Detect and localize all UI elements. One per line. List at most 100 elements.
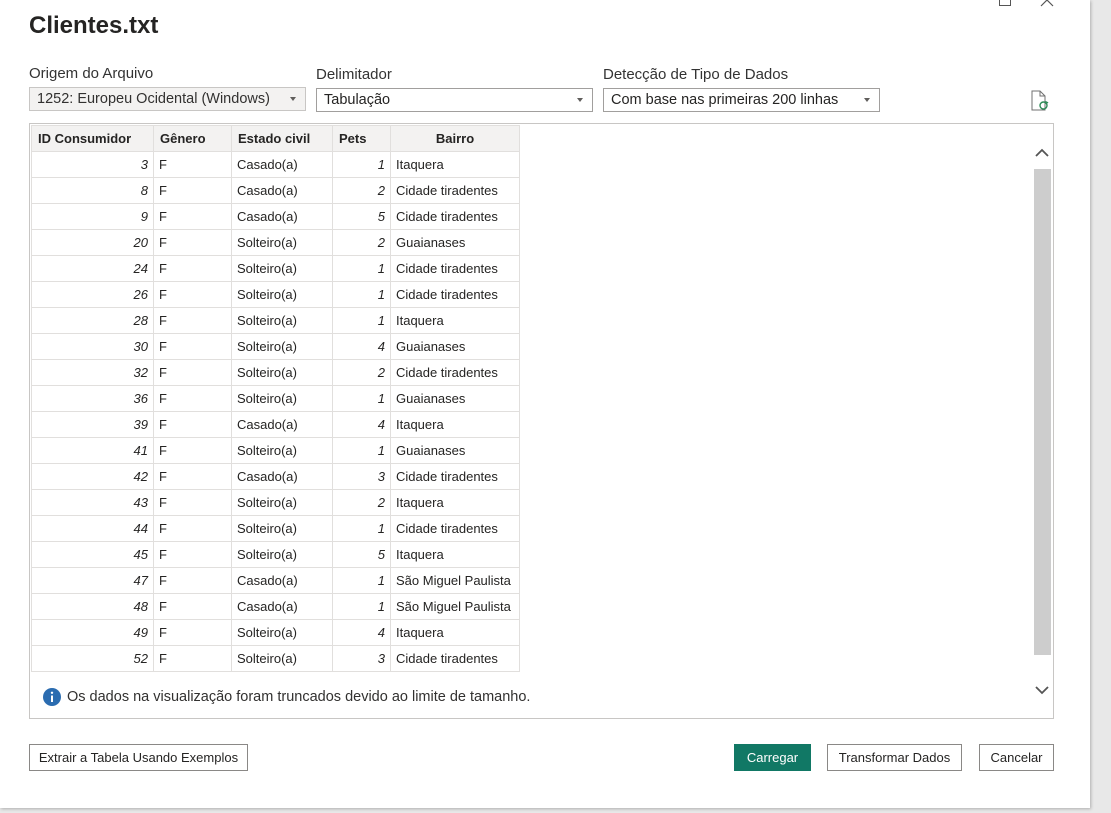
cell-marital-status: Solteiro(a) <box>231 333 333 360</box>
cell-marital-status: Casado(a) <box>231 411 333 438</box>
cell-neighborhood: Cidade tiradentes <box>390 177 520 204</box>
load-button[interactable]: Carregar <box>734 744 811 771</box>
table-row: 52 F Solteiro(a) 3 Cidade tiradentes <box>31 645 520 672</box>
cell-marital-status: Solteiro(a) <box>231 229 333 256</box>
cell-neighborhood: Cidade tiradentes <box>390 515 520 542</box>
vertical-scrollbar[interactable] <box>1031 125 1053 717</box>
table-row: 30 F Solteiro(a) 4 Guaianases <box>31 333 520 360</box>
cell-id: 24 <box>31 255 154 282</box>
cell-pets: 2 <box>332 229 391 256</box>
cell-marital-status: Solteiro(a) <box>231 645 333 672</box>
delimiter-select[interactable]: Tabulação <box>316 88 593 112</box>
scrollbar-thumb[interactable] <box>1034 169 1051 655</box>
cell-neighborhood: Cidade tiradentes <box>390 463 520 490</box>
cell-marital-status: Solteiro(a) <box>231 515 333 542</box>
import-dialog: Clientes.txt Origem do Arquivo 1252: Eur… <box>0 0 1090 808</box>
cell-neighborhood: São Miguel Paulista <box>390 593 520 620</box>
cell-marital-status: Solteiro(a) <box>231 307 333 334</box>
cell-marital-status: Casado(a) <box>231 567 333 594</box>
cell-pets: 1 <box>332 151 391 178</box>
column-header[interactable]: Gênero <box>153 125 232 152</box>
cell-neighborhood: Itaquera <box>390 307 520 334</box>
refresh-file-icon[interactable] <box>1030 90 1050 112</box>
transform-data-button[interactable]: Transformar Dados <box>827 744 962 771</box>
cell-neighborhood: Guaianases <box>390 385 520 412</box>
table-row: 32 F Solteiro(a) 2 Cidade tiradentes <box>31 359 520 386</box>
cell-gender: F <box>153 593 232 620</box>
close-icon[interactable] <box>1033 0 1061 12</box>
column-header[interactable]: Pets <box>332 125 391 152</box>
cell-pets: 4 <box>332 411 391 438</box>
cell-pets: 4 <box>332 333 391 360</box>
table-row: 36 F Solteiro(a) 1 Guaianases <box>31 385 520 412</box>
cell-id: 45 <box>31 541 154 568</box>
cell-neighborhood: Cidade tiradentes <box>390 203 520 230</box>
table-row: 43 F Solteiro(a) 2 Itaquera <box>31 489 520 516</box>
origin-select[interactable]: 1252: Europeu Ocidental (Windows) <box>29 87 306 111</box>
data-preview: ID Consumidor Gênero Estado civil Pets B… <box>29 123 1054 719</box>
cell-gender: F <box>153 229 232 256</box>
cell-marital-status: Solteiro(a) <box>231 619 333 646</box>
cell-gender: F <box>153 463 232 490</box>
cell-id: 49 <box>31 619 154 646</box>
table-row: 41 F Solteiro(a) 1 Guaianases <box>31 437 520 464</box>
extract-table-button[interactable]: Extrair a Tabela Usando Exemplos <box>29 744 248 771</box>
cell-gender: F <box>153 385 232 412</box>
column-header[interactable]: ID Consumidor <box>31 125 154 152</box>
window-controls <box>991 0 1061 12</box>
table-row: 24 F Solteiro(a) 1 Cidade tiradentes <box>31 255 520 282</box>
cell-pets: 2 <box>332 177 391 204</box>
cell-pets: 2 <box>332 359 391 386</box>
column-header[interactable]: Bairro <box>390 125 520 152</box>
cell-id: 43 <box>31 489 154 516</box>
cell-id: 36 <box>31 385 154 412</box>
cancel-button[interactable]: Cancelar <box>979 744 1054 771</box>
cell-pets: 1 <box>332 437 391 464</box>
cell-marital-status: Casado(a) <box>231 593 333 620</box>
origin-label: Origem do Arquivo <box>29 65 154 82</box>
origin-value: 1252: Europeu Ocidental (Windows) <box>37 91 270 107</box>
header-row: ID Consumidor Gênero Estado civil Pets B… <box>31 125 520 152</box>
cell-id: 9 <box>31 203 154 230</box>
cell-pets: 5 <box>332 541 391 568</box>
cell-pets: 1 <box>332 281 391 308</box>
cell-pets: 4 <box>332 619 391 646</box>
chevron-down-icon <box>577 98 583 102</box>
cell-pets: 1 <box>332 255 391 282</box>
table-row: 45 F Solteiro(a) 5 Itaquera <box>31 541 520 568</box>
cell-pets: 3 <box>332 645 391 672</box>
table-row: 3 F Casado(a) 1 Itaquera <box>31 151 520 178</box>
cell-neighborhood: Itaquera <box>390 411 520 438</box>
chevron-down-icon[interactable] <box>1031 677 1053 703</box>
table-row: 42 F Casado(a) 3 Cidade tiradentes <box>31 463 520 490</box>
cell-id: 8 <box>31 177 154 204</box>
cell-gender: F <box>153 359 232 386</box>
cell-pets: 1 <box>332 515 391 542</box>
chevron-down-icon <box>864 98 870 102</box>
cell-neighborhood: Itaquera <box>390 619 520 646</box>
table-row: 39 F Casado(a) 4 Itaquera <box>31 411 520 438</box>
table-row: 48 F Casado(a) 1 São Miguel Paulista <box>31 593 520 620</box>
detection-select[interactable]: Com base nas primeiras 200 linhas <box>603 88 880 112</box>
cell-gender: F <box>153 255 232 282</box>
info-bar: Os dados na visualização foram truncados… <box>43 688 530 706</box>
cell-gender: F <box>153 567 232 594</box>
maximize-icon[interactable] <box>991 0 1019 12</box>
cell-marital-status: Solteiro(a) <box>231 281 333 308</box>
cell-gender: F <box>153 645 232 672</box>
cell-marital-status: Solteiro(a) <box>231 437 333 464</box>
chevron-up-icon[interactable] <box>1031 139 1053 165</box>
detection-label: Detecção de Tipo de Dados <box>603 66 789 83</box>
cell-neighborhood: Cidade tiradentes <box>390 255 520 282</box>
column-header[interactable]: Estado civil <box>231 125 333 152</box>
cell-marital-status: Solteiro(a) <box>231 359 333 386</box>
info-icon <box>43 688 61 706</box>
cell-neighborhood: Cidade tiradentes <box>390 645 520 672</box>
cell-gender: F <box>153 489 232 516</box>
cell-id: 44 <box>31 515 154 542</box>
cell-marital-status: Solteiro(a) <box>231 541 333 568</box>
table-row: 8 F Casado(a) 2 Cidade tiradentes <box>31 177 520 204</box>
cell-marital-status: Casado(a) <box>231 151 333 178</box>
cell-gender: F <box>153 333 232 360</box>
cell-marital-status: Solteiro(a) <box>231 385 333 412</box>
